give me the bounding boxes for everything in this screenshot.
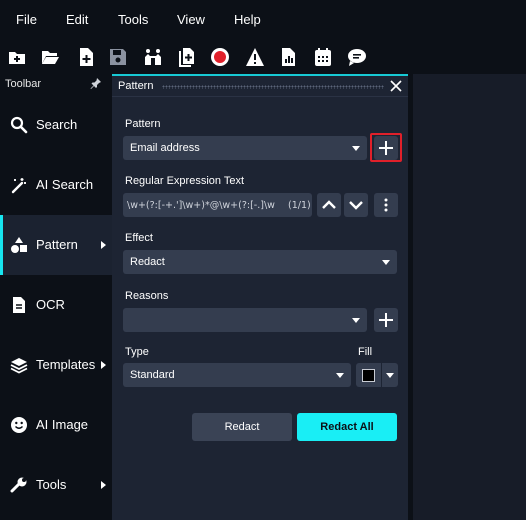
- warning-icon[interactable]: [243, 45, 267, 69]
- chevron-right-icon: [101, 361, 106, 369]
- sidebar-item-label: Search: [36, 117, 78, 132]
- sidebar-item-pattern[interactable]: Pattern: [0, 215, 112, 275]
- next-match-button[interactable]: [344, 193, 368, 217]
- drag-handle[interactable]: [162, 85, 384, 89]
- type-value: Standard: [130, 369, 175, 381]
- chevron-down-icon: [352, 318, 360, 323]
- sidebar-item-label: OCR: [36, 297, 65, 312]
- menu-help[interactable]: Help: [234, 12, 261, 27]
- chevron-up-icon: [322, 200, 336, 209]
- new-folder-icon[interactable]: [5, 45, 29, 69]
- sidebar-header: Toolbar: [5, 78, 42, 90]
- effect-value: Redact: [130, 256, 165, 268]
- menu-file[interactable]: File: [16, 12, 37, 27]
- sidebar-item-search[interactable]: Search: [0, 95, 112, 155]
- sidebar-item-tools[interactable]: Tools: [0, 455, 112, 515]
- shapes-icon: [11, 237, 27, 253]
- pin-icon[interactable]: [90, 77, 102, 89]
- effect-label: Effect: [125, 232, 153, 244]
- add-pattern-button[interactable]: [374, 136, 398, 160]
- panel-title-bar[interactable]: Pattern: [112, 76, 408, 96]
- regex-match-count: (1/1): [288, 200, 311, 211]
- sidebar-item-label: Tools: [36, 477, 67, 492]
- icon-toolbar: [0, 40, 526, 74]
- sidebar-item-label: AI Image: [36, 417, 89, 432]
- sidebar-item-ai-image[interactable]: AI Image: [0, 395, 112, 455]
- fill-separator: [381, 363, 382, 387]
- close-icon[interactable]: [389, 79, 403, 93]
- regex-value: \w+(?:[-+.']\w+)*@\w+(?:[-.]\w: [127, 200, 275, 211]
- pattern-value: Email address: [130, 142, 200, 154]
- chevron-right-icon: [101, 481, 106, 489]
- sidebar-item-label: Pattern: [36, 237, 78, 252]
- calendar-icon[interactable]: [311, 45, 335, 69]
- more-options-button[interactable]: [374, 193, 398, 217]
- open-folder-icon[interactable]: [38, 45, 62, 69]
- pattern-label: Pattern: [125, 118, 161, 130]
- redact-button[interactable]: Redact: [192, 413, 292, 441]
- document-viewport[interactable]: [413, 74, 526, 520]
- fill-label: Fill: [358, 346, 373, 358]
- sidebar: Toolbar Search AI Search Pattern OCR Tem…: [0, 74, 112, 520]
- reasons-select[interactable]: [123, 308, 367, 332]
- pattern-panel: Pattern Pattern Email address Regular Ex…: [112, 74, 408, 520]
- search-icon: [10, 116, 28, 134]
- effect-select[interactable]: Redact: [123, 250, 397, 274]
- sidebar-item-label: Templates: [36, 357, 96, 372]
- type-select[interactable]: Standard: [123, 363, 351, 387]
- menu-edit[interactable]: Edit: [66, 12, 88, 27]
- panel-divider: [112, 96, 408, 97]
- regex-label: Regular Expression Text: [125, 175, 245, 187]
- layers-icon: [10, 358, 28, 374]
- type-label: Type: [125, 346, 149, 358]
- fill-color-swatch: [362, 369, 375, 382]
- sidebar-item-templates[interactable]: Templates: [0, 335, 112, 395]
- wrench-icon: [10, 477, 27, 493]
- report-icon[interactable]: [276, 45, 300, 69]
- menu-tools[interactable]: Tools: [118, 12, 148, 27]
- app-window: File Edit Tools View Help Toolbar Search…: [0, 0, 526, 520]
- magic-wand-icon: [11, 178, 26, 194]
- menu-bar: File Edit Tools View Help: [0, 0, 526, 40]
- chevron-down-icon: [349, 201, 363, 210]
- redact-all-button[interactable]: Redact All: [297, 413, 397, 441]
- copy-file-icon[interactable]: [174, 45, 198, 69]
- sidebar-item-ai-search[interactable]: AI Search: [0, 155, 112, 215]
- record-icon[interactable]: [208, 45, 232, 69]
- vertical-dots-icon: [384, 198, 388, 212]
- chevron-right-icon: [101, 241, 106, 249]
- sidebar-item-ocr[interactable]: OCR: [0, 275, 112, 335]
- save-icon[interactable]: [106, 45, 130, 69]
- chevron-down-icon: [352, 146, 360, 151]
- fill-color-picker[interactable]: [356, 363, 398, 387]
- add-reason-button[interactable]: [374, 308, 398, 332]
- plus-icon: [379, 141, 393, 155]
- chat-icon[interactable]: [345, 45, 369, 69]
- panel-title: Pattern: [118, 80, 154, 92]
- sidebar-item-label: AI Search: [36, 177, 94, 192]
- new-file-icon[interactable]: [74, 45, 98, 69]
- plus-icon: [379, 313, 393, 327]
- menu-view[interactable]: View: [177, 12, 205, 27]
- document-icon: [13, 297, 25, 313]
- pattern-select[interactable]: Email address: [123, 136, 367, 160]
- chevron-down-icon: [386, 373, 394, 378]
- chevron-down-icon: [382, 260, 390, 265]
- previous-match-button[interactable]: [317, 193, 341, 217]
- reasons-label: Reasons: [125, 290, 169, 302]
- users-icon[interactable]: [141, 45, 165, 69]
- smiley-icon: [11, 417, 27, 433]
- regex-input[interactable]: \w+(?:[-+.']\w+)*@\w+(?:[-.]\w (1/1): [123, 193, 312, 217]
- chevron-down-icon: [336, 373, 344, 378]
